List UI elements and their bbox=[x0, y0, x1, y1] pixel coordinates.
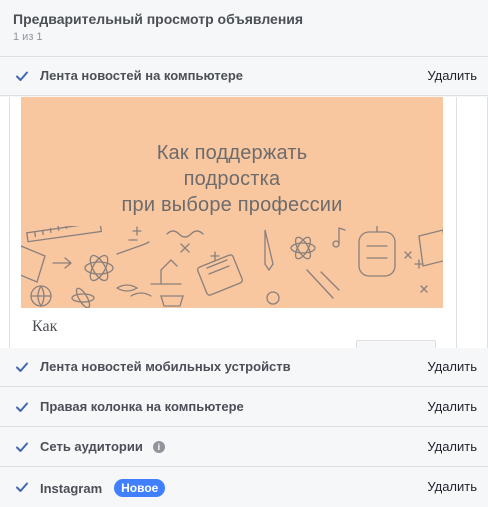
new-badge: Новое bbox=[114, 479, 166, 497]
school-doodles-illustration bbox=[21, 226, 443, 308]
placement-audience-network[interactable]: Сеть аудитории i Удалить bbox=[0, 428, 488, 467]
checkmark-icon bbox=[16, 442, 28, 452]
checkmark-icon bbox=[16, 482, 28, 492]
ad-card: Как поддержать подростка при выборе проф… bbox=[9, 97, 457, 348]
placement-label: Сеть аудитории i bbox=[40, 439, 165, 454]
preview-title: Предварительный просмотр объявления bbox=[13, 11, 304, 27]
placement-label: Лента новостей мобильных устройств bbox=[40, 359, 291, 374]
preview-header: Предварительный просмотр объявления 1 из… bbox=[0, 0, 488, 57]
placement-desktop-feed[interactable]: Лента новостей на компьютере Удалить bbox=[0, 57, 488, 96]
remove-link[interactable]: Удалить bbox=[427, 68, 477, 83]
checkmark-icon bbox=[16, 402, 28, 412]
placement-label: Instagram Новое bbox=[40, 479, 166, 497]
placement-right-column[interactable]: Правая колонка на компьютере Удалить bbox=[0, 388, 488, 427]
info-icon[interactable]: i bbox=[152, 440, 165, 453]
remove-link[interactable]: Удалить bbox=[427, 399, 477, 414]
remove-link[interactable]: Удалить bbox=[427, 439, 477, 454]
preview-pager: 1 из 1 bbox=[13, 31, 43, 43]
remove-link[interactable]: Удалить bbox=[427, 479, 477, 494]
ad-preview: Как поддержать подростка при выборе проф… bbox=[0, 97, 488, 349]
placement-mobile-feed[interactable]: Лента новостей мобильных устройств Удали… bbox=[0, 348, 488, 387]
placement-label: Правая колонка на компьютере bbox=[40, 399, 244, 414]
ad-image[interactable]: Как поддержать подростка при выборе проф… bbox=[21, 97, 443, 308]
placement-instagram[interactable]: Instagram Новое Удалить bbox=[0, 468, 488, 507]
checkmark-icon bbox=[16, 71, 28, 81]
placement-label: Лента новостей на компьютере bbox=[40, 68, 244, 83]
ad-caption: Как bbox=[32, 318, 58, 335]
checkmark-icon bbox=[16, 362, 28, 372]
ad-headline: Как поддержать подростка при выборе проф… bbox=[121, 142, 343, 216]
remove-link[interactable]: Удалить bbox=[427, 359, 477, 374]
